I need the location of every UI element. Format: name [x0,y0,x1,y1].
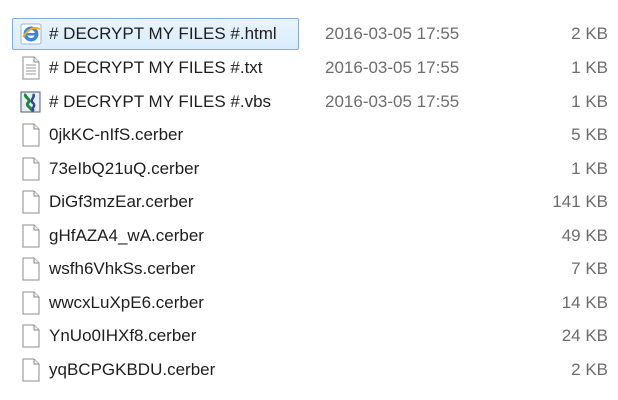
file-row[interactable]: # DECRYPT MY FILES #.html [12,18,299,50]
file-name: # DECRYPT MY FILES #.vbs [49,91,272,111]
file-size: 24 KB [561,326,608,346]
file-date: 2016-03-05 17:55 [325,58,460,78]
file-row[interactable]: gHfAZA4_wA.cerber 49 KB [12,219,612,253]
file-name: YnUo0IHXf8.cerber [49,326,197,346]
file-name: DiGf3mzEar.cerber [49,192,194,212]
vbs-script-icon [20,90,42,114]
file-name: # DECRYPT MY FILES #.txt [49,58,263,78]
file-name: wwcxLuXpE6.cerber [49,292,204,312]
file-size: 49 KB [561,225,608,245]
file-row[interactable]: # DECRYPT MY FILES #.txt 2016-03-05 17:5… [12,52,612,86]
file-row[interactable]: 73eIbQ21uQ.cerber 1 KB [12,152,612,186]
file-row[interactable]: 0jkKC-nIfS.cerber 5 KB [12,119,612,153]
file-size: 2 KB [571,359,608,379]
file-size: 7 KB [571,259,608,279]
file-size: 1 KB [571,91,608,111]
ie-html-icon [20,22,42,46]
file-date: 2016-03-05 17:55 [325,24,460,43]
file-name: 73eIbQ21uQ.cerber [49,158,200,178]
blank-file-icon [20,358,42,382]
file-size: 1 KB [571,58,608,78]
file-name: wsfh6VhkSs.cerber [49,259,196,279]
file-row[interactable]: wwcxLuXpE6.cerber 14 KB [12,286,612,320]
blank-file-icon [20,324,42,348]
file-row[interactable]: wsfh6VhkSs.cerber 7 KB [12,253,612,287]
file-row[interactable]: DiGf3mzEar.cerber 141 KB [12,186,612,220]
blank-file-icon [20,291,42,315]
file-row[interactable]: # DECRYPT MY FILES #.vbs 2016-03-05 17:5… [12,85,612,119]
blank-file-icon [20,123,42,147]
file-name: # DECRYPT MY FILES #.html [49,24,277,43]
blank-file-icon [20,224,42,248]
file-list: # DECRYPT MY FILES #.html # DECRYPT MY F… [12,18,612,387]
text-file-icon [20,56,42,80]
file-name: 0jkKC-nIfS.cerber [49,125,184,145]
file-row[interactable]: yqBCPGKBDU.cerber 2 KB [12,353,612,387]
blank-file-icon [20,157,42,181]
file-size: 14 KB [561,292,608,312]
file-name: yqBCPGKBDU.cerber [49,359,216,379]
file-row[interactable]: YnUo0IHXf8.cerber 24 KB [12,320,612,354]
file-date: 2016-03-05 17:55 [325,91,460,111]
blank-file-icon [20,190,42,214]
file-size: 1 KB [571,158,608,178]
file-size: 5 KB [571,125,608,145]
file-name: gHfAZA4_wA.cerber [49,225,204,245]
file-size: 2 KB [571,24,608,43]
file-size: 141 KB [552,192,608,212]
blank-file-icon [20,257,42,281]
